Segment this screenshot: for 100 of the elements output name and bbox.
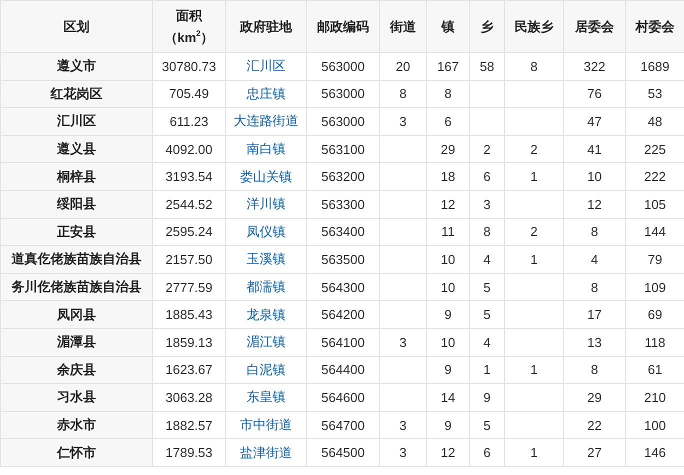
table-cell: 563400 <box>306 218 380 246</box>
table-cell: 2 <box>504 218 564 246</box>
table-cell: 6 <box>470 162 504 190</box>
row-header: 凤冈县 <box>0 300 152 328</box>
row-header: 赤水市 <box>0 411 152 439</box>
table-cell: 2544.52 <box>152 190 226 218</box>
table-cell: 20 <box>380 52 426 80</box>
table-cell: 5 <box>470 300 504 328</box>
table-cell: 3 <box>470 190 504 218</box>
table-cell: 10 <box>426 328 470 356</box>
table-cell: 564500 <box>306 438 380 466</box>
table-cell: 563100 <box>306 135 380 163</box>
table-cell: 12 <box>426 190 470 218</box>
row-header: 遵义县 <box>0 135 152 163</box>
table-cell: 1 <box>504 246 564 274</box>
table-cell: 4092.00 <box>152 135 226 163</box>
column-header: 乡 <box>470 0 504 52</box>
table-cell: 564600 <box>306 384 380 412</box>
table-cell: 1623.67 <box>152 356 226 384</box>
table-cell: 611.23 <box>152 108 226 136</box>
table-cell: 4 <box>470 328 504 356</box>
table-cell: 6 <box>426 108 470 136</box>
table-cell: 2 <box>470 135 504 163</box>
row-header: 遵义市 <box>0 52 152 80</box>
table-cell: 3 <box>380 108 426 136</box>
column-header: 面积 <box>176 8 202 22</box>
table-cell: 8 <box>426 80 470 108</box>
table-cell: 564300 <box>306 273 380 301</box>
table-cell: 564200 <box>306 300 380 328</box>
table-cell: 563500 <box>306 246 380 274</box>
column-header: 镇 <box>426 0 470 52</box>
table-cell: 10 <box>426 273 470 301</box>
table-cell: 1 <box>470 356 504 384</box>
table-cell: 8 <box>564 356 626 384</box>
table-cell: 1789.53 <box>152 438 226 466</box>
table-cell: 9 <box>426 300 470 328</box>
table-cell: 1882.57 <box>152 411 226 439</box>
table-cell: 10 <box>426 246 470 274</box>
table-cell: 8 <box>504 52 564 80</box>
table-cell: 564100 <box>306 328 380 356</box>
row-header: 桐梓县 <box>0 162 152 190</box>
table-cell: 563200 <box>306 162 380 190</box>
table-cell: 3 <box>380 328 426 356</box>
table-cell: 22 <box>564 411 626 439</box>
table-cell: 9 <box>470 384 504 412</box>
row-header: 道真仡佬族苗族自治县 <box>0 246 152 274</box>
table-cell: 5 <box>470 273 504 301</box>
column-header: 民族乡 <box>504 0 564 52</box>
table-cell: 1 <box>504 438 564 466</box>
table-cell: 8 <box>564 218 626 246</box>
table-cell: 5 <box>470 411 504 439</box>
table-cell: 322 <box>564 52 626 80</box>
table-cell: 27 <box>564 438 626 466</box>
column-header: 邮政编码 <box>306 0 380 52</box>
table-cell: 564400 <box>306 356 380 384</box>
unit-label: （km$^{2}$） <box>164 30 214 44</box>
row-header: 习水县 <box>0 384 152 412</box>
table-cell: 563000 <box>306 52 380 80</box>
table-cell: 3193.54 <box>152 162 226 190</box>
table-cell: 2595.24 <box>152 218 226 246</box>
row-header: 正安县 <box>0 218 152 246</box>
row-header: 务川仡佬族苗族自治县 <box>0 273 152 301</box>
table-cell: 12 <box>426 438 470 466</box>
row-header: 红花岗区 <box>0 80 152 108</box>
column-header: 村委会 <box>626 0 684 52</box>
column-header: 街道 <box>380 0 426 52</box>
table-cell: 4 <box>470 246 504 274</box>
table-cell: 1859.13 <box>152 328 226 356</box>
table-cell: 11 <box>426 218 470 246</box>
table-cell: 8 <box>564 273 626 301</box>
table-cell: 30780.73 <box>152 52 226 80</box>
table-cell: 17 <box>564 300 626 328</box>
table-cell: 2777.59 <box>152 273 226 301</box>
table-cell: 9 <box>426 356 470 384</box>
table-cell: 29 <box>426 135 470 163</box>
column-header: 区划 <box>0 0 152 52</box>
table-cell: 10 <box>564 162 626 190</box>
table-cell: 76 <box>564 80 626 108</box>
table-cell: 167 <box>426 52 470 80</box>
table-cell: 47 <box>564 108 626 136</box>
table-cell: 1 <box>504 356 564 384</box>
table-cell: 2157.50 <box>152 246 226 274</box>
table-cell: 18 <box>426 162 470 190</box>
table-cell: 1 <box>504 162 564 190</box>
row-header: 余庆县 <box>0 356 152 384</box>
table-cell: 564700 <box>306 411 380 439</box>
table-cell: 563000 <box>306 108 380 136</box>
table-cell: 13 <box>564 328 626 356</box>
table-cell: 29 <box>564 384 626 412</box>
column-header: 居委会 <box>564 0 626 52</box>
table-cell: 563000 <box>306 80 380 108</box>
table-cell: 8 <box>380 80 426 108</box>
table-cell: 8 <box>470 218 504 246</box>
table-cell: 14 <box>426 384 470 412</box>
table-cell: 58 <box>470 52 504 80</box>
table-cell: 705.49 <box>152 80 226 108</box>
table-cell: 1885.43 <box>152 300 226 328</box>
row-header: 湄潭县 <box>0 328 152 356</box>
table-cell: 9 <box>426 411 470 439</box>
column-header: 政府驻地 <box>226 0 306 52</box>
